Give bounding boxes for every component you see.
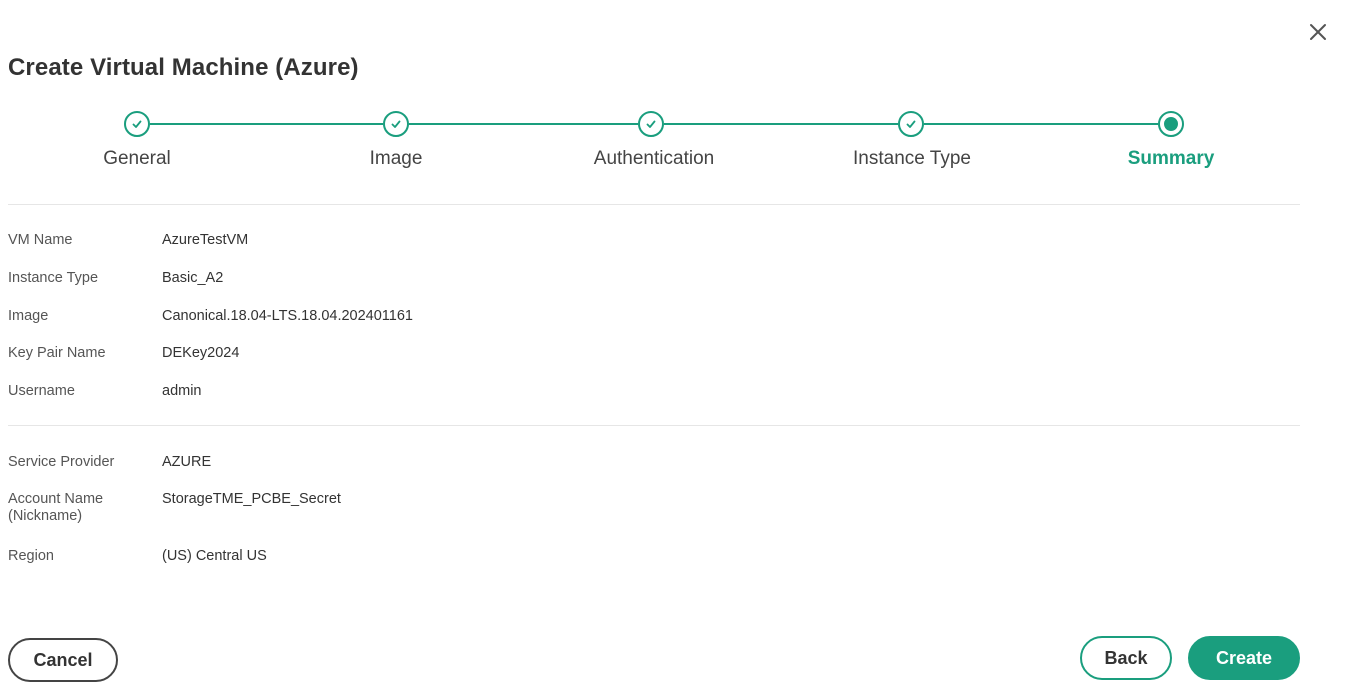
- field-label: Key Pair Name: [8, 345, 106, 361]
- active-step-dot: [1164, 117, 1178, 131]
- divider: [8, 425, 1300, 426]
- field-value: DEKey2024: [162, 345, 240, 361]
- divider: [8, 204, 1300, 205]
- field-value: AzureTestVM: [162, 232, 249, 248]
- field-value: Canonical.18.04-LTS.18.04.202401161: [162, 308, 413, 324]
- step-general-indicator[interactable]: [124, 111, 150, 137]
- field-label: Image: [8, 308, 49, 324]
- cancel-button[interactable]: Cancel: [8, 638, 118, 682]
- field-label: Service Provider: [8, 454, 115, 470]
- check-icon: [391, 120, 401, 128]
- step-authentication-indicator[interactable]: [638, 111, 664, 137]
- close-button[interactable]: [1304, 18, 1332, 46]
- check-icon: [906, 120, 916, 128]
- create-vm-dialog: Create Virtual Machine (Azure) General I…: [0, 0, 1346, 697]
- field-label: Account Name (Nickname): [8, 491, 104, 524]
- close-icon: [1310, 24, 1326, 40]
- create-button[interactable]: Create: [1188, 636, 1300, 680]
- dialog-title: Create Virtual Machine (Azure): [8, 54, 359, 81]
- step-connector: [924, 123, 1158, 125]
- step-label-image[interactable]: Image: [286, 148, 506, 170]
- field-label: Region: [8, 548, 54, 564]
- step-label-summary: Summary: [1127, 148, 1215, 169]
- field-label: VM Name: [8, 232, 73, 248]
- step-label-authentication[interactable]: Authentication: [544, 148, 764, 170]
- step-instance-type-indicator[interactable]: [898, 111, 924, 137]
- field-value: admin: [162, 383, 202, 399]
- step-connector: [150, 123, 383, 125]
- back-button[interactable]: Back: [1080, 636, 1172, 680]
- field-value: StorageTME_PCBE_Secret: [162, 491, 341, 507]
- field-label: Instance Type: [8, 270, 99, 286]
- field-label: Username: [8, 383, 75, 399]
- check-icon: [132, 120, 142, 128]
- field-value: Basic_A2: [162, 270, 224, 286]
- step-label-instance-type[interactable]: Instance Type: [802, 148, 1022, 170]
- step-summary-indicator: [1158, 111, 1184, 137]
- step-connector: [664, 123, 898, 125]
- step-label-general[interactable]: General: [27, 148, 247, 170]
- check-icon: [646, 120, 656, 128]
- field-value: AZURE: [162, 454, 212, 470]
- step-connector: [409, 123, 638, 125]
- wizard-stepper: General Image Authentication Instance Ty…: [0, 108, 1346, 178]
- step-image-indicator[interactable]: [383, 111, 409, 137]
- field-value: (US) Central US: [162, 548, 267, 564]
